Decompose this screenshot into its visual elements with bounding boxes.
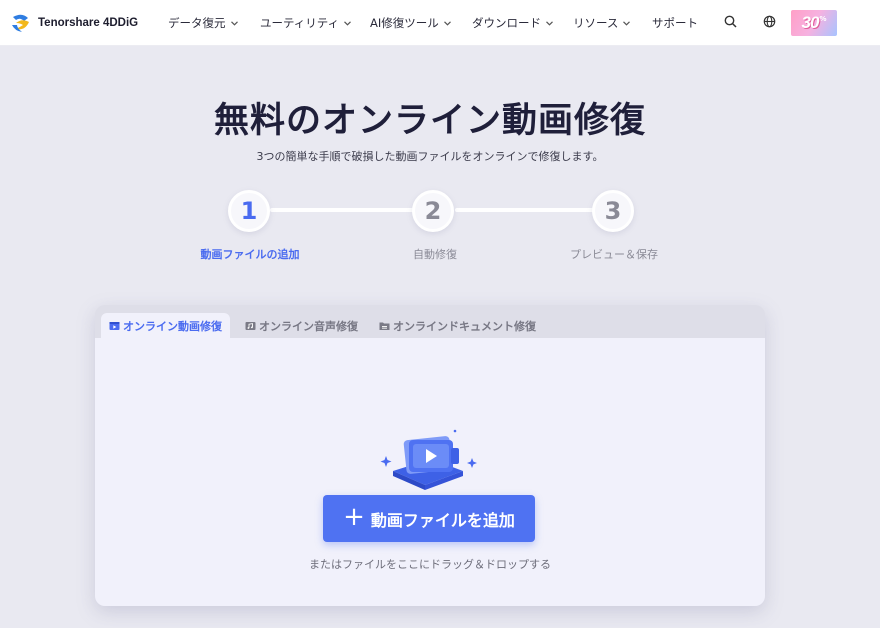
audio-icon xyxy=(245,322,256,330)
add-video-file-button[interactable]: + 動画ファイルを追加 xyxy=(323,495,535,542)
step-3-label: プレビュー＆保存 xyxy=(570,248,658,261)
step-number: 1 xyxy=(240,197,258,225)
step-number: 2 xyxy=(424,197,442,225)
tab-document-repair[interactable]: オンラインドキュメント修復 xyxy=(371,313,544,339)
nav-item-support[interactable]: サポート xyxy=(652,15,698,31)
nav-item-download[interactable]: ダウンロード xyxy=(472,15,553,31)
page-subtitle: 3つの簡単な手順で破損した動画ファイルをオンラインで修復します。 xyxy=(256,150,604,163)
brand-logo-icon xyxy=(12,14,29,32)
chevron-down-icon xyxy=(443,20,451,26)
nav-item-data-recovery[interactable]: データ復元 xyxy=(168,15,238,31)
repair-card: オンライン動画修復 オンライン音声修復 オンラインドキュメント修復 + 動画ファ… xyxy=(95,305,765,606)
site-header: Tenorshare 4DDiG データ復元 ユーティリティ AI修復ツール ダ… xyxy=(0,0,880,46)
nav-label: AI修復ツール xyxy=(370,16,439,30)
chevron-down-icon xyxy=(546,20,553,26)
tab-label: オンライン音声修復 xyxy=(259,320,358,333)
nav-label: リソース xyxy=(573,16,619,30)
step-number: 3 xyxy=(604,197,622,225)
step-1-circle: 1 xyxy=(228,190,270,232)
promo-suffix: % xyxy=(819,15,827,23)
tab-audio-repair[interactable]: オンライン音声修復 xyxy=(237,313,366,339)
step-connector xyxy=(455,208,595,212)
step-1-label: 動画ファイルの追加 xyxy=(200,248,300,261)
step-connector xyxy=(270,208,416,212)
step-3-circle: 3 xyxy=(592,190,634,232)
promo-banner[interactable]: 30 % xyxy=(791,10,837,36)
chevron-down-icon xyxy=(344,20,352,26)
globe-icon[interactable] xyxy=(763,15,776,28)
page-title: 無料のオンライン動画修復 xyxy=(213,101,646,141)
brand-logo[interactable]: Tenorshare 4DDiG xyxy=(11,13,138,33)
drag-drop-hint: またはファイルをここにドラッグ＆ドロップする xyxy=(309,558,551,571)
step-2-circle: 2 xyxy=(412,190,454,232)
tab-video-repair[interactable]: オンライン動画修復 xyxy=(101,313,230,339)
nav-item-ai-repair[interactable]: AI修復ツール xyxy=(370,15,451,31)
chevron-down-icon xyxy=(230,20,238,26)
nav-item-utilities[interactable]: ユーティリティ xyxy=(260,15,352,31)
video-icon xyxy=(109,322,120,330)
upload-dropzone[interactable]: + 動画ファイルを追加 またはファイルをここにドラッグ＆ドロップする xyxy=(95,338,765,606)
tab-label: オンラインドキュメント修復 xyxy=(393,320,536,333)
nav-label: ユーティリティ xyxy=(260,16,340,30)
add-video-file-label: 動画ファイルを追加 xyxy=(370,510,515,530)
tab-label: オンライン動画修復 xyxy=(123,320,222,333)
nav-item-resources[interactable]: リソース xyxy=(573,15,631,31)
search-icon[interactable] xyxy=(724,15,737,28)
nav-label: ダウンロード xyxy=(472,16,541,30)
step-2-label: 自動修復 xyxy=(413,248,457,261)
promo-number: 30 xyxy=(801,13,820,32)
nav-label: データ復元 xyxy=(168,16,226,30)
plus-icon: + xyxy=(343,502,365,532)
brand-name: Tenorshare 4DDiG xyxy=(38,17,139,29)
document-icon xyxy=(379,322,390,330)
chevron-down-icon xyxy=(623,20,631,26)
nav-label: サポート xyxy=(652,16,698,30)
